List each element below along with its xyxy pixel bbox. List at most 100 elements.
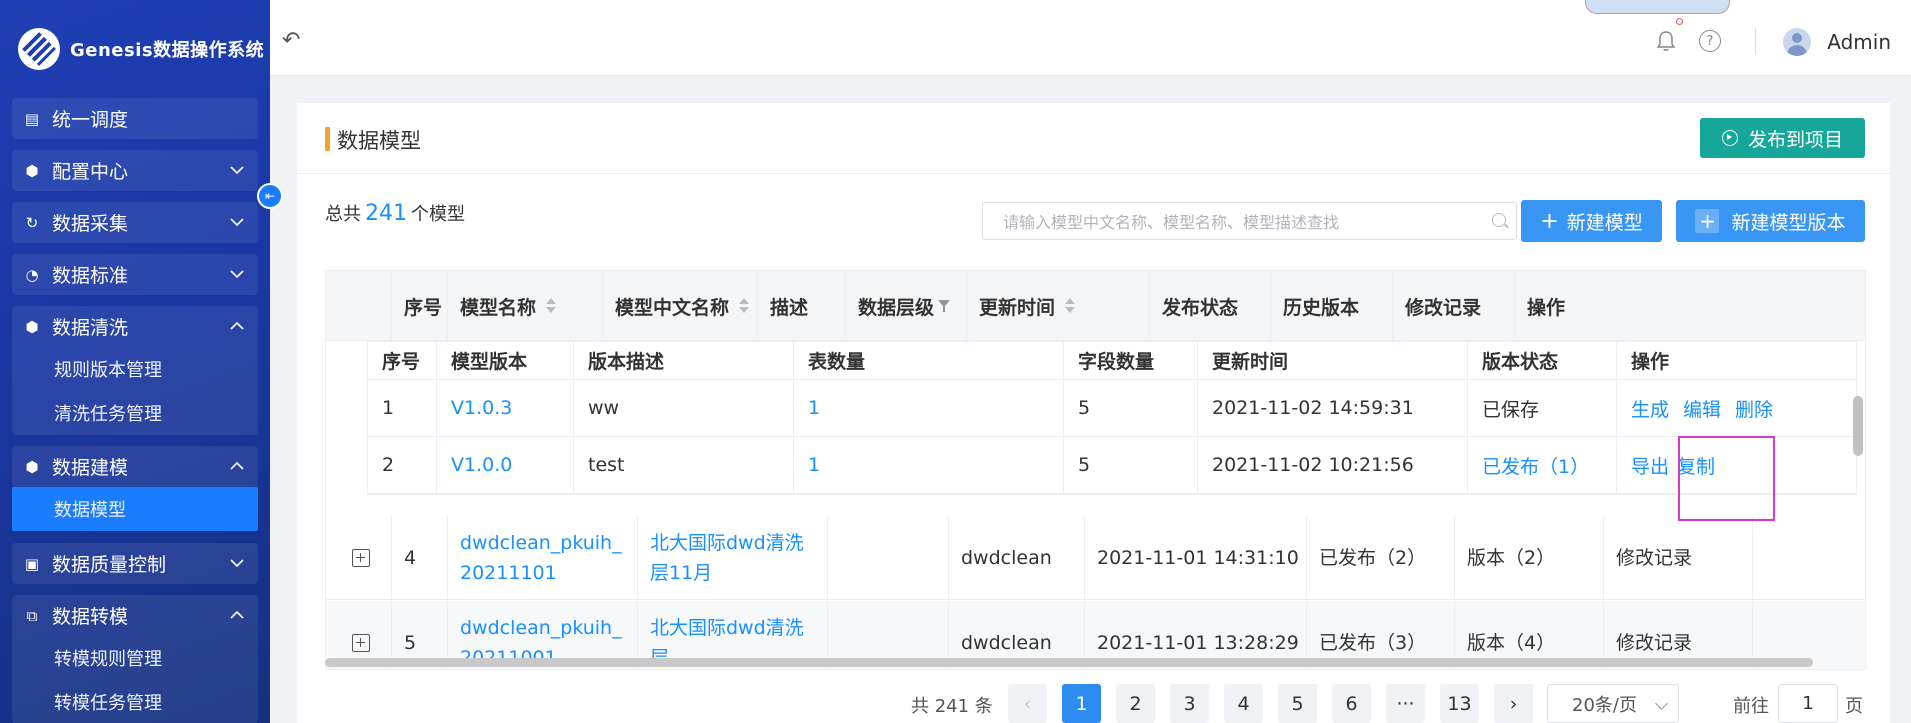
bell-icon[interactable] [1656, 30, 1676, 52]
sidebar-item-dispatch[interactable]: ▤ 统一调度 [12, 98, 258, 139]
version-link[interactable]: V1.0.0 [436, 437, 573, 493]
page-button[interactable]: 5 [1278, 684, 1317, 723]
sidebar-item-label: 数据标准 [52, 265, 129, 287]
subcol-actions: 操作 [1616, 342, 1858, 379]
sidebar-item-transform[interactable]: ⧉ 数据转模 [12, 595, 258, 636]
more-pages-button[interactable]: ··· [1386, 684, 1425, 723]
sort-icon[interactable] [739, 297, 750, 315]
expand-icon[interactable] [352, 633, 370, 652]
model-name-line: dwdclean_pkuih_ [460, 531, 622, 554]
sidebar-subitem-transform-task[interactable]: 转模任务管理 [12, 680, 258, 723]
sub-updated: 2021-11-02 10:21:56 [1197, 437, 1467, 493]
subcol-label: 操作 [1631, 351, 1670, 373]
search-icon[interactable] [1492, 213, 1506, 227]
title-accent [325, 127, 330, 151]
prev-page-button[interactable]: ‹ [1008, 684, 1047, 723]
change-log-link[interactable]: 修改记录 [1603, 516, 1752, 599]
col-updated[interactable]: 更新时间 [966, 271, 1149, 341]
history-version-link[interactable]: 版本（2） [1454, 516, 1603, 599]
sidebar-subitem-clean-task[interactable]: 清洗任务管理 [12, 391, 258, 435]
expand-icon[interactable] [352, 548, 370, 567]
vertical-scrollbar[interactable] [1853, 396, 1863, 456]
model-cn-name-link[interactable]: 北大国际dwd清洗 层11月 [637, 516, 827, 599]
table-count-link[interactable]: 1 [793, 437, 1063, 493]
subcol-index: 序号 [368, 342, 436, 379]
page-button[interactable]: 3 [1170, 684, 1209, 723]
row-index: 4 [391, 516, 447, 599]
version-link[interactable]: V1.0.3 [436, 380, 573, 436]
header-divider [1755, 28, 1756, 54]
horizontal-scrollbar[interactable] [325, 658, 1813, 667]
row-actions [1752, 516, 1865, 599]
edit-link[interactable]: 编辑 [1683, 395, 1721, 422]
export-link[interactable]: 导出 [1631, 452, 1669, 479]
next-page-button[interactable]: › [1494, 684, 1533, 723]
version-status-link[interactable]: 已发布（1） [1467, 437, 1616, 493]
col-model-name[interactable]: 模型名称 [447, 271, 602, 341]
generate-link[interactable]: 生成 [1631, 395, 1669, 422]
sidebar-item-standard[interactable]: ◔ 数据标准 [12, 254, 258, 295]
sidebar-group-clean: ⬢ 数据清洗 规则版本管理 清洗任务管理 [12, 306, 258, 435]
subcol-label: 表数量 [808, 351, 866, 373]
new-model-version-button[interactable]: + 新建模型版本 [1676, 200, 1865, 242]
col-history: 历史版本 [1270, 271, 1392, 341]
back-icon[interactable]: ↶ [282, 28, 300, 53]
page-button[interactable]: 13 [1440, 684, 1479, 723]
transform-icon: ⧉ [26, 606, 38, 625]
plus-icon: + [1540, 208, 1559, 234]
page-button[interactable]: 6 [1332, 684, 1371, 723]
page-button[interactable]: 1 [1062, 684, 1101, 723]
new-model-button[interactable]: + 新建模型 [1521, 200, 1662, 242]
col-label: 序号 [404, 296, 443, 319]
plus-icon: + [1695, 209, 1720, 233]
help-icon[interactable]: ? [1699, 30, 1721, 52]
subcol-label: 字段数量 [1078, 351, 1155, 373]
sort-icon[interactable] [546, 297, 557, 315]
row-updated: 2021-11-01 14:31:10 [1084, 516, 1306, 599]
sidebar-item-quality[interactable]: ▣ 数据质量控制 [12, 543, 258, 584]
model-name-link[interactable]: dwdclean_pkuih_ 20211101 [447, 516, 637, 599]
page-title: 数据模型 [337, 129, 421, 153]
expand-cell [326, 516, 391, 599]
page-button[interactable]: 2 [1116, 684, 1155, 723]
avatar[interactable] [1783, 28, 1811, 56]
collect-icon: ↻ [25, 213, 39, 232]
sidebar-item-clean[interactable]: ⬢ 数据清洗 [12, 306, 258, 347]
sidebar-item-model[interactable]: ⬢ 数据建模 [12, 446, 258, 487]
delete-link[interactable]: 删除 [1735, 395, 1773, 422]
publish-to-project-button[interactable]: 发布到项目 [1700, 118, 1865, 158]
copy-link[interactable]: 复制 [1677, 452, 1715, 479]
sidebar-item-label: 数据建模 [52, 457, 129, 479]
page-button[interactable]: 4 [1224, 684, 1263, 723]
goto-label: 前往 [1733, 696, 1769, 717]
col-index: 序号 [391, 271, 447, 341]
chevron-down-icon [230, 559, 244, 568]
sidebar-subitem-data-model[interactable]: 数据模型 [12, 487, 258, 531]
sort-icon[interactable] [1065, 297, 1076, 315]
sidebar-subitem-transform-rule[interactable]: 转模规则管理 [12, 636, 258, 680]
table-count-link[interactable]: 1 [793, 380, 1063, 436]
goto-page-input[interactable]: 1 [1778, 684, 1838, 723]
filter-icon[interactable] [938, 300, 951, 312]
logo-text: Genesis数据操作系统 [70, 40, 265, 61]
col-label: 描述 [770, 296, 809, 319]
sidebar-collapse-button[interactable]: ⇤ [257, 183, 283, 209]
sidebar-subitem-rule-version[interactable]: 规则版本管理 [12, 347, 258, 391]
search-placeholder: 请输入模型中文名称、模型名称、模型描述查找 [1003, 213, 1340, 232]
model-icon: ⬢ [25, 457, 39, 476]
col-change-log: 修改记录 [1392, 271, 1514, 341]
col-model-cn-name[interactable]: 模型中文名称 [602, 271, 757, 341]
sub-updated: 2021-11-02 14:59:31 [1197, 380, 1467, 436]
publish-status-link[interactable]: 已发布（2） [1306, 516, 1454, 599]
total-suffix: 个模型 [411, 204, 465, 225]
quality-icon: ▣ [24, 554, 40, 573]
col-layer[interactable]: 数据层级 [845, 271, 966, 341]
search-input[interactable]: 请输入模型中文名称、模型名称、模型描述查找 [982, 202, 1517, 240]
field-count: 5 [1063, 437, 1197, 493]
subcol-label: 模型版本 [451, 351, 528, 373]
sidebar-item-collect[interactable]: ↻ 数据采集 [12, 202, 258, 243]
user-name[interactable]: Admin [1827, 30, 1891, 54]
sidebar-item-label: 数据采集 [52, 213, 129, 235]
page-size-select[interactable]: 20条/页 [1547, 684, 1679, 723]
sidebar-item-config[interactable]: ⬢ 配置中心 [12, 150, 258, 191]
